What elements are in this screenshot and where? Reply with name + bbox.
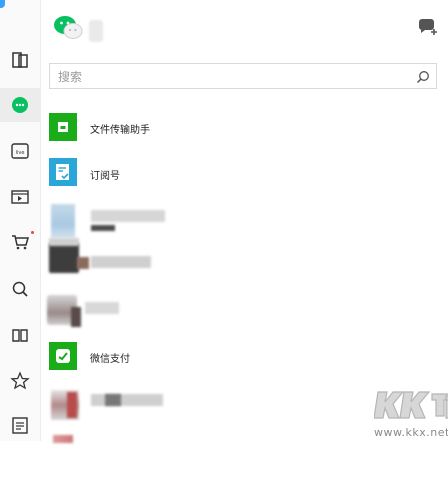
rail-chat-icon[interactable] <box>0 88 40 122</box>
chat-item-name: 文件传输助手 <box>90 125 150 136</box>
chat-item-name: 订阅号 <box>90 171 120 182</box>
rail-shop-cart-icon[interactable] <box>0 225 40 259</box>
rail-reader-book-icon[interactable] <box>0 318 40 352</box>
chat-item-contact[interactable] <box>41 294 448 340</box>
panel-header <box>41 0 448 56</box>
chat-item-name: 微信支付 <box>90 354 130 365</box>
file-transfer-avatar-icon <box>49 113 77 141</box>
rail-search-icon[interactable] <box>0 272 40 306</box>
rail-video-icon[interactable] <box>0 180 40 214</box>
contact-name-blurred <box>91 394 163 406</box>
kkx-logo <box>373 391 448 419</box>
contact-avatar-accent <box>67 392 77 418</box>
contact-preview-blurred <box>91 225 115 231</box>
rail-top-indicator <box>0 0 5 8</box>
chat-item-subscriptions[interactable]: 订阅号 <box>41 157 448 203</box>
subscription-avatar-icon <box>49 158 77 186</box>
user-name-blurred <box>89 20 103 42</box>
chat-panel: 文件传输助手 订阅号 <box>41 0 448 443</box>
contact-badge-blurred <box>77 257 89 269</box>
contact-avatar-shade <box>71 307 81 327</box>
svg-text:live: live <box>16 150 25 156</box>
chat-item-contact[interactable] <box>41 203 448 249</box>
rail-favorites-star-icon[interactable] <box>0 364 40 398</box>
search-input[interactable] <box>56 67 400 87</box>
contact-avatar <box>51 204 75 238</box>
contact-avatar <box>53 435 73 443</box>
kkx-watermark: www.kkx.net <box>373 384 448 441</box>
contact-avatar <box>49 243 79 273</box>
chat-item-file-transfer[interactable]: 文件传输助手 <box>41 110 448 156</box>
rail-doc-icon[interactable] <box>0 408 40 442</box>
chat-item-contact[interactable] <box>41 238 448 294</box>
contact-name-blurred <box>91 210 165 222</box>
wechat-pay-avatar-icon <box>49 342 77 370</box>
contact-avatar-top <box>49 238 79 246</box>
watermark-url: www.kkx.net <box>374 426 448 439</box>
wechat-logo-icon <box>53 14 85 46</box>
new-chat-compose-icon[interactable] <box>417 18 439 42</box>
chat-item-wechat-pay[interactable]: 微信支付 <box>41 341 448 387</box>
contact-name-dark <box>105 394 121 406</box>
rail-live-icon[interactable]: live <box>0 134 40 168</box>
rail-contacts-book-icon[interactable] <box>0 43 40 77</box>
contact-name-blurred <box>91 256 151 268</box>
rail-notification-dot <box>31 231 34 234</box>
search-box[interactable] <box>49 63 437 89</box>
nav-rail: live <box>0 0 41 441</box>
contact-name-blurred <box>85 302 119 314</box>
search-icon[interactable] <box>416 69 430 88</box>
